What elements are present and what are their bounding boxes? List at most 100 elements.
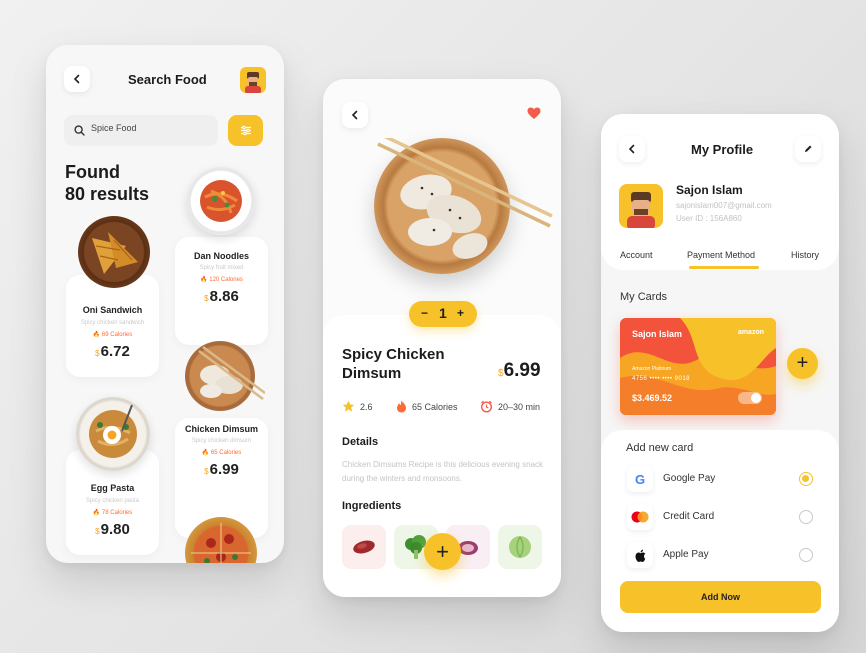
food-name: Oni Sandwich: [82, 305, 143, 315]
ingredient-cabbage[interactable]: [498, 525, 542, 569]
chevron-left-icon: [628, 144, 635, 154]
my-cards-heading: My Cards: [620, 291, 668, 303]
tab-account[interactable]: Account: [620, 250, 653, 260]
alarm-clock-icon: [480, 400, 493, 413]
card-holder: Sajon Islam: [632, 329, 683, 339]
quantity-value: 1: [439, 305, 447, 321]
food-description: Spicy chicken sandwich: [80, 320, 145, 326]
food-name: Chicken Dimsum: [184, 424, 259, 434]
sandwich-image: [78, 216, 150, 288]
food-title: Spicy Chicken Dimsum: [342, 346, 445, 382]
profile-screen: My Profile Sajon Islam sajonislam007@gma…: [601, 114, 839, 632]
amazon-logo: amazon: [737, 329, 764, 336]
plus-icon: +: [436, 538, 449, 564]
apple-icon: [627, 542, 653, 568]
food-description: Spicy chicken pasta: [85, 498, 140, 504]
fire-icon: [397, 400, 406, 413]
back-button[interactable]: [64, 66, 90, 92]
cabbage-icon: [509, 536, 531, 558]
edit-button[interactable]: [795, 136, 821, 162]
food-calories: 🔥 65 Calories: [201, 450, 242, 456]
food-price: $6.99: [498, 360, 541, 381]
fire-icon: 🔥: [201, 450, 210, 456]
add-now-button[interactable]: Add Now: [620, 581, 821, 613]
tab-history[interactable]: History: [791, 250, 819, 260]
radio-selected[interactable]: [799, 472, 813, 486]
fire-icon: 🔥: [200, 277, 208, 283]
food-price: $8.86: [204, 288, 239, 305]
user-email: sajonislam007@gmail.com: [676, 201, 772, 210]
mastercard-icon: [627, 504, 653, 530]
food-description: Spicy chicken dimsum: [191, 438, 252, 444]
payment-option-google-pay[interactable]: G Google Pay: [601, 464, 839, 494]
card-type: Amazon Platinum: [632, 366, 672, 372]
page-title: My Profile: [691, 142, 754, 157]
add-to-cart-button[interactable]: +: [424, 533, 461, 570]
meat-icon: [353, 540, 375, 554]
chevron-left-icon: [351, 110, 358, 120]
search-food-screen: Search Food Found 80 results Oni Sandwic…: [46, 45, 284, 563]
food-description: Spicy fruit mixed: [199, 265, 244, 271]
card-number: 4756 •••• •••• 9018: [632, 376, 691, 382]
food-card-oni-sandwich[interactable]: Oni Sandwich Spicy chicken sandwich 🔥 69…: [66, 275, 159, 377]
tab-payment-method[interactable]: Payment Method: [687, 250, 755, 260]
filter-button[interactable]: [228, 115, 263, 146]
back-button[interactable]: [342, 102, 368, 128]
avatar[interactable]: [240, 67, 266, 93]
ingredient-meat[interactable]: [342, 525, 386, 569]
food-detail-screen: − 1 + Spicy Chicken Dimsum $6.99 2.6 65 …: [323, 79, 561, 597]
food-name: Egg Pasta: [90, 483, 135, 493]
decrement-button[interactable]: −: [421, 306, 428, 320]
food-calories: 🔥 120 Calories: [200, 277, 243, 283]
noodles-image: [187, 167, 255, 235]
results-count: Found 80 results: [65, 162, 150, 204]
food-calories: 🔥 78 Calories: [92, 510, 133, 516]
payment-card[interactable]: Sajon Islam amazon Amazon Platinum 4756 …: [620, 318, 776, 415]
search-input[interactable]: [91, 123, 211, 133]
pencil-icon: [805, 145, 812, 152]
search-bar[interactable]: [64, 115, 218, 146]
user-id: User ID : 156A860: [676, 214, 742, 223]
food-name: Dan Noodles: [193, 251, 249, 261]
page-title: Search Food: [128, 72, 207, 87]
radio-unselected[interactable]: [799, 510, 813, 524]
dimsum-hero-image: [374, 138, 553, 274]
food-calories: 🔥 69 Calories: [92, 332, 133, 338]
active-tab-indicator: [689, 266, 759, 269]
food-card-dan-noodles[interactable]: Dan Noodles Spicy fruit mixed 🔥 120 Calo…: [175, 237, 268, 345]
payment-option-apple-pay[interactable]: Apple Pay: [601, 540, 839, 570]
fire-icon: 🔥: [92, 510, 101, 516]
food-price: $9.80: [95, 521, 130, 538]
profile-avatar: [619, 184, 663, 228]
search-icon: [74, 125, 85, 136]
quantity-stepper[interactable]: − 1 +: [409, 301, 477, 327]
details-text: Chicken Dimsums Recipe is this delicious…: [342, 460, 543, 483]
ingredients-heading: Ingredients: [342, 500, 402, 512]
back-button[interactable]: [619, 136, 645, 162]
egg-pasta-image: [76, 397, 150, 471]
food-price: $6.72: [95, 343, 130, 360]
food-price: $6.99: [204, 461, 239, 478]
dimsum-thumb-image: [185, 341, 266, 411]
add-new-card-panel: Add new card G Google Pay Credit Card Ap…: [601, 430, 839, 632]
card-balance: $3.469.52: [632, 393, 673, 403]
heart-icon[interactable]: [527, 107, 541, 120]
card-toggle[interactable]: [738, 392, 762, 404]
user-name: Sajon Islam: [676, 183, 743, 197]
pizza-image: [185, 517, 257, 563]
time-stat: 20–30 min: [480, 400, 540, 413]
star-icon: [342, 400, 355, 412]
chevron-left-icon: [73, 74, 80, 84]
rating-stat: 2.6: [342, 400, 373, 413]
calories-stat: 65 Calories: [396, 400, 458, 413]
filter-icon: [240, 125, 251, 136]
increment-button[interactable]: +: [457, 306, 464, 320]
add-new-card-heading: Add new card: [626, 442, 694, 454]
radio-unselected[interactable]: [799, 548, 813, 562]
plus-icon: +: [796, 352, 809, 374]
add-card-button[interactable]: +: [787, 348, 818, 379]
fire-icon: 🔥: [92, 332, 101, 338]
google-icon: G: [627, 466, 653, 492]
details-heading: Details: [342, 436, 379, 448]
payment-option-credit-card[interactable]: Credit Card: [601, 502, 839, 532]
